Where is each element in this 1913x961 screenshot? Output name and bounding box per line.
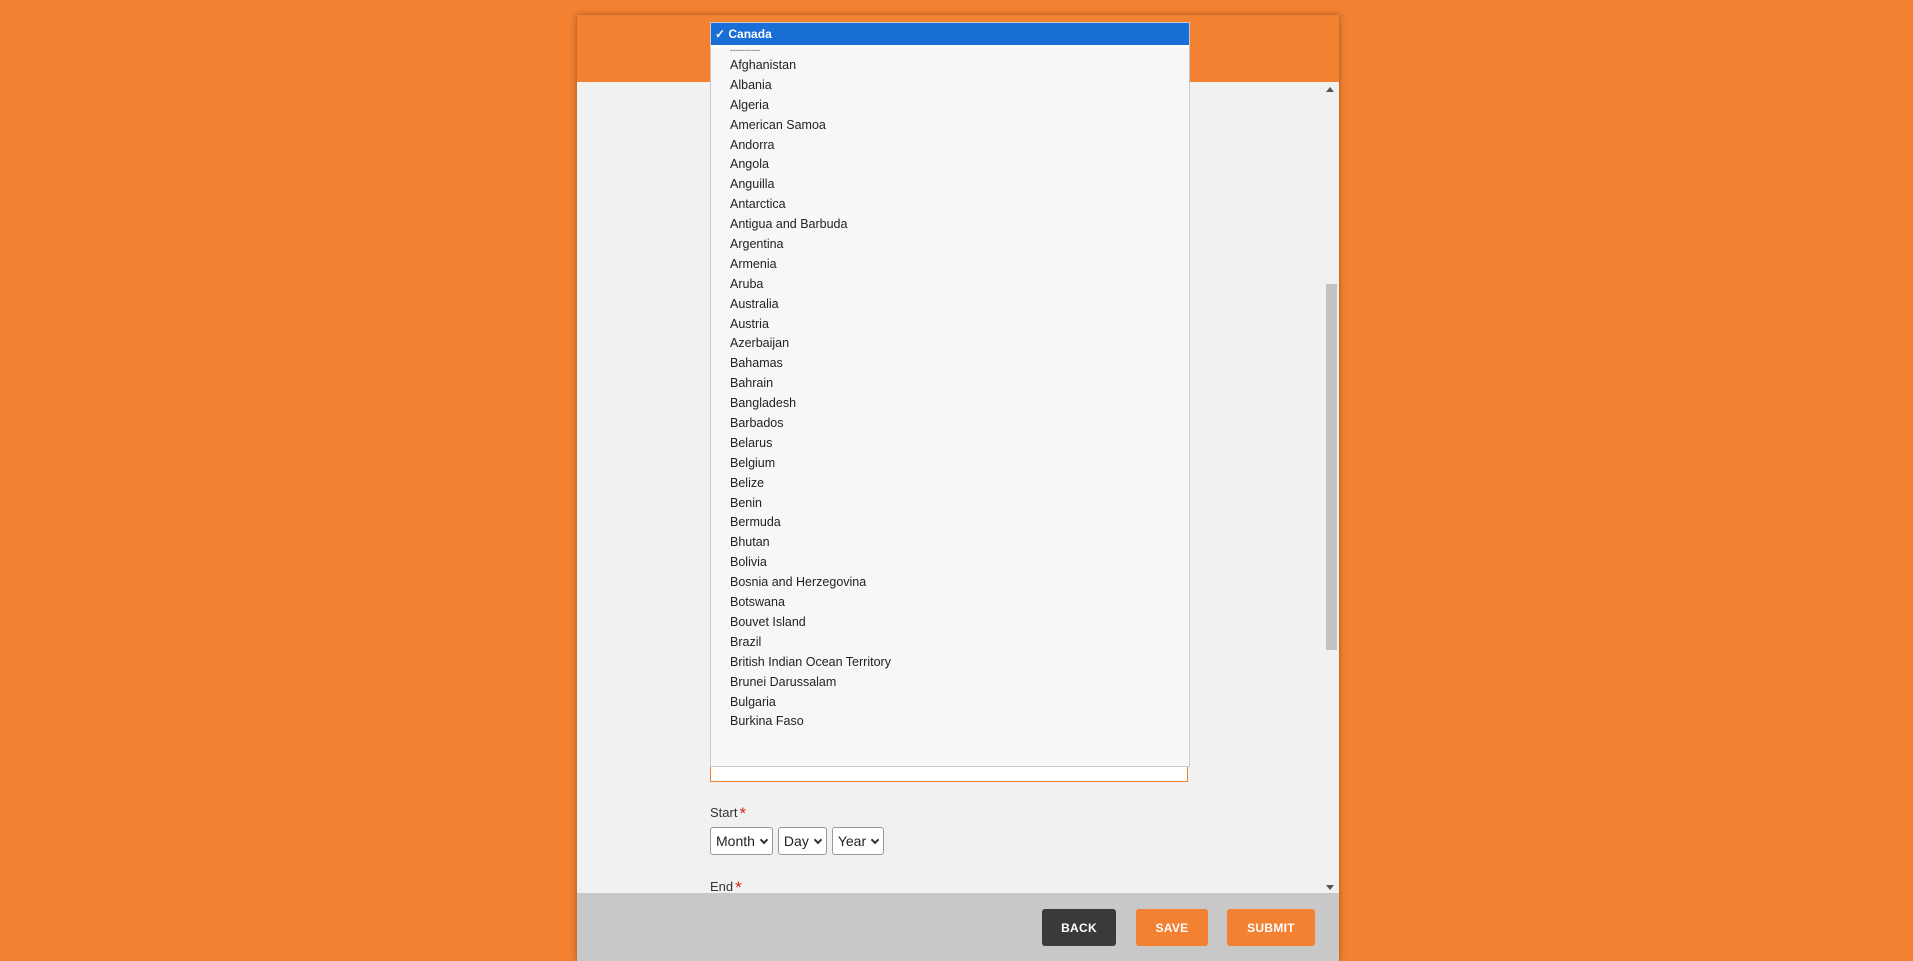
end-label-text: End xyxy=(710,879,734,894)
dropdown-option[interactable]: Bahrain xyxy=(711,374,1189,394)
dropdown-option[interactable]: Bhutan xyxy=(711,533,1189,553)
dropdown-option[interactable]: Andorra xyxy=(711,136,1189,156)
dropdown-option[interactable]: Bulgaria xyxy=(711,693,1189,713)
start-year-value: Year xyxy=(837,833,867,849)
dropdown-option[interactable]: Algeria xyxy=(711,96,1189,116)
dropdown-option[interactable]: Bermuda xyxy=(711,513,1189,533)
dropdown-option[interactable]: Antigua and Barbuda xyxy=(711,215,1189,235)
dropdown-option[interactable]: Antarctica xyxy=(711,195,1189,215)
scrollbar[interactable] xyxy=(1322,84,1339,896)
dropdown-option[interactable]: Angola xyxy=(711,155,1189,175)
dropdown-option[interactable]: Australia xyxy=(711,295,1189,315)
start-year-select[interactable]: Year xyxy=(831,827,885,855)
dropdown-option[interactable]: Brazil xyxy=(711,633,1189,653)
scroll-down-arrow-icon[interactable] xyxy=(1326,885,1334,890)
chevron-down-icon xyxy=(870,835,880,844)
start-day-select[interactable]: Day xyxy=(777,827,827,855)
dropdown-option[interactable]: British Indian Ocean Territory xyxy=(711,653,1189,673)
dropdown-option[interactable]: Bolivia xyxy=(711,553,1189,573)
dropdown-option[interactable]: Bangladesh xyxy=(711,394,1189,414)
dropdown-option[interactable]: Albania xyxy=(711,76,1189,96)
dropdown-option[interactable]: Austria xyxy=(711,315,1189,335)
start-label: Start * xyxy=(710,802,747,823)
dropdown-option[interactable]: Anguilla xyxy=(711,175,1189,195)
dropdown-option[interactable]: Argentina xyxy=(711,235,1189,255)
form-footer: BACK SAVE SUBMIT xyxy=(577,893,1339,961)
dropdown-option[interactable]: Belize xyxy=(711,474,1189,494)
dropdown-option[interactable]: Burkina Faso xyxy=(711,712,1189,732)
chevron-down-icon xyxy=(759,835,769,844)
dropdown-option[interactable]: Bouvet Island xyxy=(711,613,1189,633)
start-month-select[interactable]: Month xyxy=(710,827,773,855)
dropdown-option[interactable]: Belgium xyxy=(711,454,1189,474)
back-button[interactable]: BACK xyxy=(1042,909,1116,946)
start-day-value: Day xyxy=(783,833,809,849)
start-month-value: Month xyxy=(716,833,755,849)
chevron-down-icon xyxy=(813,835,823,844)
dropdown-option[interactable]: Benin xyxy=(711,494,1189,514)
dropdown-option[interactable]: Bahamas xyxy=(711,354,1189,374)
dropdown-selected-option[interactable]: ✓ Canada xyxy=(711,23,1189,48)
save-button[interactable]: SAVE xyxy=(1136,909,1208,946)
dropdown-option[interactable]: Belarus xyxy=(711,434,1189,454)
dropdown-option[interactable]: Botswana xyxy=(711,593,1189,613)
dropdown-options: ---------- Afghanistan Albania Algeria Amer… xyxy=(711,48,1189,766)
start-date-row: Month Day Year xyxy=(710,827,885,855)
dropdown-option[interactable]: Brunei Darussalam xyxy=(711,673,1189,693)
required-asterisk: * xyxy=(739,804,747,823)
dropdown-option[interactable]: Armenia xyxy=(711,255,1189,275)
dropdown-separator: ---------- xyxy=(730,48,760,55)
dropdown-option[interactable]: Barbados xyxy=(711,414,1189,434)
start-label-text: Start xyxy=(710,805,738,820)
dropdown-option[interactable]: Afghanistan xyxy=(711,56,1189,76)
submit-button[interactable]: SUBMIT xyxy=(1227,909,1315,946)
dropdown-option[interactable]: Aruba xyxy=(711,275,1189,295)
dropdown-option[interactable]: Bosnia and Herzegovina xyxy=(711,573,1189,593)
scroll-up-arrow-icon[interactable] xyxy=(1326,87,1334,92)
country-dropdown-list[interactable]: ✓ Canada ---------- Afghanistan Albania Al… xyxy=(710,22,1190,767)
scrollbar-thumb[interactable] xyxy=(1326,284,1337,650)
dropdown-option[interactable]: Azerbaijan xyxy=(711,334,1189,354)
dropdown-option[interactable]: American Samoa xyxy=(711,116,1189,136)
